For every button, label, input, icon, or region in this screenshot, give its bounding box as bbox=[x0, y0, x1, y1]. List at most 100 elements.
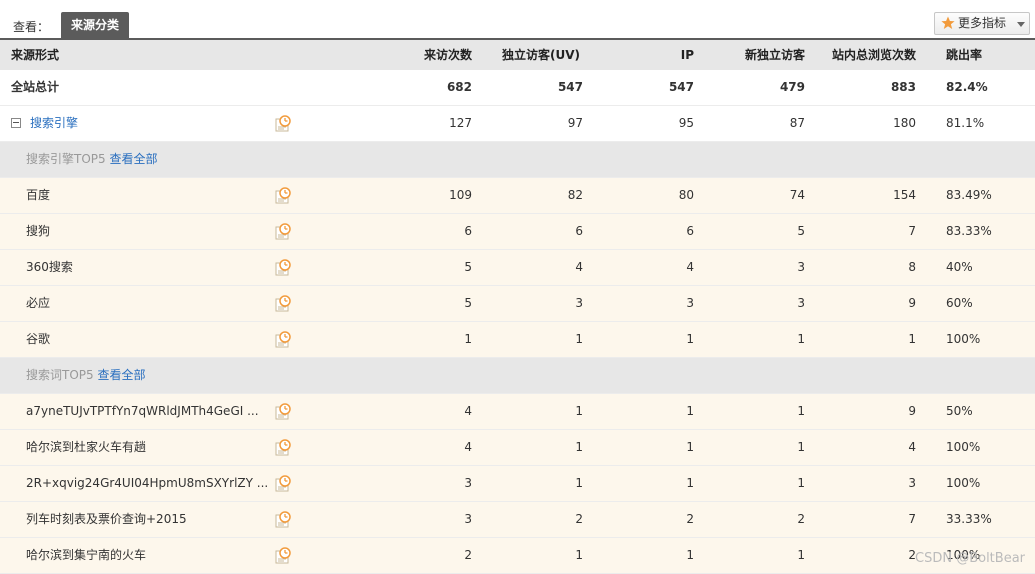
ip-value: 1 bbox=[686, 332, 694, 346]
view-all-link[interactable]: 查看全部 bbox=[109, 152, 157, 166]
bounce-value: 60% bbox=[946, 296, 973, 310]
group-header-keywords: 搜索词TOP5 查看全部 bbox=[0, 358, 1035, 394]
table-row-total: 全站总计 682 547 547 479 883 82.4% bbox=[0, 70, 1035, 106]
row-label: a7yneTUJvTPTfYn7qWRldJMTh4GeGI ... bbox=[26, 404, 259, 418]
uv-value: 1 bbox=[575, 440, 583, 454]
new-uv-value: 5 bbox=[797, 224, 805, 238]
col-bounce[interactable]: 跳出率 bbox=[946, 40, 1026, 70]
group-header-engines: 搜索引擎TOP5 查看全部 bbox=[0, 142, 1035, 178]
row-label: 哈尔滨到杜家火车有趟 bbox=[26, 440, 147, 454]
table-row: 哈尔滨到集宁南的火车 2 1 1 1 2 100% bbox=[0, 538, 1035, 574]
ip-value: 95 bbox=[678, 116, 694, 130]
bounce-value: 100% bbox=[946, 440, 981, 454]
visits-value: 3 bbox=[464, 512, 472, 526]
table-row: 必应 5 3 3 3 9 60% bbox=[0, 286, 1035, 322]
uv-value: 4 bbox=[575, 260, 583, 274]
col-ip[interactable]: IP bbox=[600, 40, 694, 70]
ip-value: 1 bbox=[686, 440, 694, 454]
view-all-link[interactable]: 查看全部 bbox=[97, 368, 145, 382]
bounce-value: 33.33% bbox=[946, 512, 992, 526]
col-uv[interactable]: 独立访客(UV) bbox=[490, 40, 580, 70]
ip-value: 80 bbox=[678, 188, 694, 202]
bounce-value: 100% bbox=[946, 476, 981, 490]
table-row: 谷歌 1 1 1 1 1 100% bbox=[0, 322, 1035, 358]
new-uv-value: 87 bbox=[789, 116, 805, 130]
source-table: 来源形式 来访次数 独立访客(UV) IP 新独立访客 站内总浏览次数 跳出率 … bbox=[0, 38, 1035, 574]
row-label: 必应 bbox=[26, 296, 51, 310]
ip-value: 547 bbox=[668, 80, 694, 94]
collapse-icon[interactable] bbox=[11, 118, 21, 128]
col-source: 来源形式 bbox=[11, 48, 60, 62]
visits-value: 3 bbox=[464, 476, 472, 490]
table-row: 360搜索 5 4 4 3 8 40% bbox=[0, 250, 1035, 286]
new-uv-value: 74 bbox=[789, 188, 805, 202]
new-uv-value: 1 bbox=[797, 440, 805, 454]
new-uv-value: 1 bbox=[797, 332, 805, 346]
table-row: 2R+xqvig24Gr4UI04HpmU8mSXYrlZY ... 3 1 1 1 3 1… bbox=[0, 466, 1035, 502]
bounce-value: 100% bbox=[946, 332, 981, 346]
star-icon bbox=[941, 16, 955, 29]
uv-value: 547 bbox=[557, 80, 583, 94]
trend-chart-icon[interactable] bbox=[275, 295, 291, 312]
new-uv-value: 1 bbox=[797, 476, 805, 490]
bounce-value: 83.49% bbox=[946, 188, 992, 202]
bounce-value: 50% bbox=[946, 404, 973, 418]
trend-chart-icon[interactable] bbox=[275, 223, 291, 240]
group-label: 搜索引擎TOP5 查看全部 bbox=[26, 142, 276, 177]
new-uv-value: 3 bbox=[797, 260, 805, 274]
pv-value: 7 bbox=[908, 512, 916, 526]
search-engine-link[interactable]: 搜索引擎 bbox=[30, 106, 78, 141]
uv-value: 97 bbox=[567, 116, 583, 130]
more-metrics-button[interactable]: 更多指标 bbox=[934, 12, 1030, 35]
uv-value: 2 bbox=[575, 512, 583, 526]
pv-value: 4 bbox=[908, 440, 916, 454]
ip-value: 4 bbox=[686, 260, 694, 274]
trend-chart-icon[interactable] bbox=[275, 115, 291, 132]
ip-value: 1 bbox=[686, 476, 694, 490]
trend-chart-icon[interactable] bbox=[275, 475, 291, 492]
view-label: 查看： bbox=[13, 20, 50, 34]
tab-source-category[interactable]: 来源分类 bbox=[61, 12, 129, 38]
trend-chart-icon[interactable] bbox=[275, 547, 291, 564]
uv-value: 1 bbox=[575, 332, 583, 346]
pv-value: 180 bbox=[893, 116, 916, 130]
pv-value: 8 bbox=[908, 260, 916, 274]
uv-value: 6 bbox=[575, 224, 583, 238]
visits-value: 682 bbox=[446, 80, 472, 94]
visits-value: 127 bbox=[449, 116, 472, 130]
ip-value: 6 bbox=[686, 224, 694, 238]
chevron-down-icon bbox=[1017, 22, 1025, 27]
row-label: 360搜索 bbox=[26, 260, 73, 274]
pv-value: 3 bbox=[908, 476, 916, 490]
trend-chart-icon[interactable] bbox=[275, 439, 291, 456]
new-uv-value: 1 bbox=[797, 548, 805, 562]
col-pv[interactable]: 站内总浏览次数 bbox=[820, 40, 916, 70]
table-row: 搜狗 6 6 6 5 7 83.33% bbox=[0, 214, 1035, 250]
uv-value: 82 bbox=[567, 188, 583, 202]
visits-value: 2 bbox=[464, 548, 472, 562]
trend-chart-icon[interactable] bbox=[275, 403, 291, 420]
uv-value: 1 bbox=[575, 404, 583, 418]
more-metrics-label: 更多指标 bbox=[958, 16, 1007, 30]
keyword-rows: a7yneTUJvTPTfYn7qWRldJMTh4GeGI ... 4 1 1 1 9 5… bbox=[0, 394, 1035, 574]
table-header: 来源形式 来访次数 独立访客(UV) IP 新独立访客 站内总浏览次数 跳出率 bbox=[0, 38, 1035, 70]
pv-value: 883 bbox=[890, 80, 916, 94]
trend-chart-icon[interactable] bbox=[275, 511, 291, 528]
bounce-value: 83.33% bbox=[946, 224, 992, 238]
visits-value: 4 bbox=[464, 404, 472, 418]
ip-value: 1 bbox=[686, 404, 694, 418]
col-new-uv[interactable]: 新独立访客 bbox=[710, 40, 805, 70]
visits-value: 109 bbox=[449, 188, 472, 202]
ip-value: 1 bbox=[686, 548, 694, 562]
ip-value: 3 bbox=[686, 296, 694, 310]
visits-value: 5 bbox=[464, 296, 472, 310]
col-visits[interactable]: 来访次数 bbox=[380, 40, 472, 70]
row-label: 2R+xqvig24Gr4UI04HpmU8mSXYrlZY ... bbox=[26, 476, 269, 490]
row-label: 列车时刻表及票价查询+2015 bbox=[26, 512, 187, 526]
trend-chart-icon[interactable] bbox=[275, 331, 291, 348]
trend-chart-icon[interactable] bbox=[275, 187, 291, 204]
new-uv-value: 1 bbox=[797, 404, 805, 418]
pv-value: 9 bbox=[908, 404, 916, 418]
new-uv-value: 2 bbox=[797, 512, 805, 526]
trend-chart-icon[interactable] bbox=[275, 259, 291, 276]
